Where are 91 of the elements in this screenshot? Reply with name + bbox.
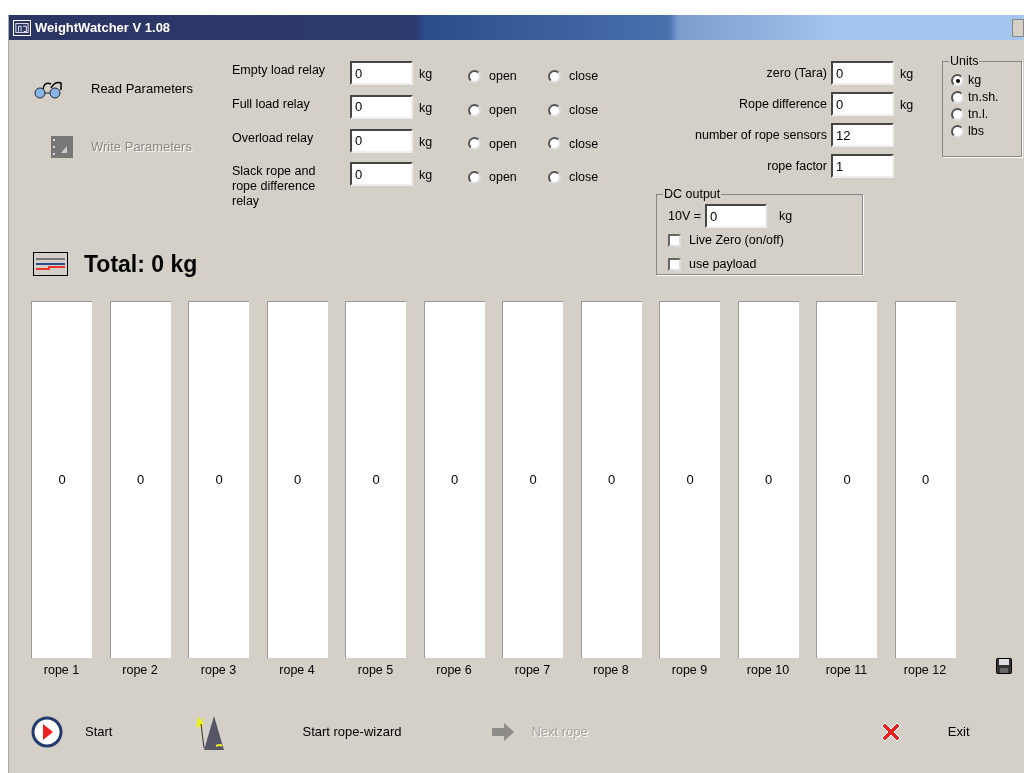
rope-label: rope 1 (43, 662, 80, 679)
unit-label: kg (900, 97, 914, 114)
checkbox-label: Live Zero (on/off) (689, 232, 784, 249)
rope-value: 0 (764, 471, 773, 490)
relay-input[interactable]: 0 (350, 94, 413, 119)
checkbox[interactable] (668, 233, 681, 247)
rope-value: 0 (607, 471, 616, 490)
setting-input[interactable]: 12 (831, 123, 894, 147)
radio-button[interactable] (548, 171, 561, 185)
unit-option-label: tn.sh. (968, 90, 999, 105)
output-input[interactable]: 0 (705, 204, 767, 228)
radio-button[interactable] (951, 74, 964, 87)
radio-button[interactable] (468, 171, 481, 185)
radio-button[interactable] (468, 137, 481, 151)
unit-label: kg (418, 99, 434, 117)
rope-value: 0 (136, 471, 145, 490)
open-label: open (489, 101, 517, 119)
setting-label: Rope difference (738, 95, 827, 113)
rope-label: rope 6 (436, 662, 472, 679)
relay-input[interactable]: 0 (350, 128, 413, 153)
rope-value: 0 (843, 471, 851, 490)
rope-value: 0 (686, 471, 694, 490)
wizard-button[interactable]: Start rope-wizard (302, 722, 402, 742)
total-weight-label: Total: 0 kg (84, 249, 198, 279)
radio-button[interactable] (548, 69, 561, 83)
group-title: Units (949, 54, 980, 68)
radio-button[interactable] (468, 103, 481, 117)
rope-value: 0 (215, 471, 223, 490)
relay-label: Full load relay (232, 96, 311, 112)
rope-label: rope 7 (514, 662, 551, 679)
radio-button[interactable] (951, 108, 964, 121)
rope-label: rope 12 (903, 662, 947, 679)
setting-label: rope factor (767, 157, 827, 175)
rope-label: rope 2 (122, 662, 158, 679)
relay-label: Overload relay (232, 130, 315, 146)
close-label: close (569, 101, 599, 119)
rope-label: rope 11 (825, 662, 868, 679)
radio-button[interactable] (548, 137, 561, 151)
setting-input[interactable]: 0 (831, 92, 894, 116)
setting-input[interactable]: 1 (831, 154, 894, 178)
unit-label: kg (418, 133, 434, 151)
rope-value: 0 (529, 471, 537, 490)
radio-button[interactable] (951, 91, 964, 104)
window-title: WeightWatcher V 1.08 (35, 18, 171, 37)
unit-option-label: kg (968, 73, 982, 88)
unit-option-label: tn.l. (968, 107, 989, 122)
rope-label: rope 4 (279, 662, 315, 679)
app-icon (13, 19, 31, 36)
exit-button[interactable]: Exit (947, 722, 970, 742)
rope-value: 0 (921, 471, 930, 490)
save-icon[interactable] (995, 657, 1012, 674)
relay-input[interactable]: 0 (350, 61, 413, 85)
group-title: DC output (663, 187, 722, 201)
close-label: close (569, 135, 599, 153)
unit-option-label: lbs (968, 124, 984, 139)
setting-label: number of rope sensors (695, 126, 827, 144)
document-icon (50, 135, 74, 159)
open-label: open (489, 135, 517, 153)
read-parameters-button[interactable]: Read Parameters (91, 79, 193, 99)
checkbox-label: use payload (689, 255, 757, 273)
relay-input[interactable]: 0 (350, 162, 413, 187)
rope-label: rope 8 (593, 662, 629, 679)
rope-value: 0 (58, 471, 66, 490)
checkbox[interactable] (668, 257, 681, 271)
unit-label: kg (900, 66, 914, 83)
rope-value: 0 (293, 471, 302, 490)
rope-label: rope 9 (671, 662, 708, 679)
start-button[interactable]: Start (85, 722, 113, 742)
relay-label: Slack rope and rope difference relay (232, 164, 317, 210)
rope-value: 0 (450, 471, 459, 490)
rope-label: rope 5 (357, 662, 394, 679)
radio-button[interactable] (548, 103, 561, 117)
unit-label: kg (779, 207, 793, 225)
unit-label: kg (418, 167, 434, 185)
open-label: open (489, 68, 517, 85)
unit-label: kg (418, 66, 434, 83)
rope-label: rope 3 (200, 662, 237, 679)
radio-button[interactable] (468, 69, 481, 83)
setting-input[interactable]: 0 (831, 61, 894, 85)
arrow-icon (491, 721, 516, 742)
radio-button[interactable] (951, 125, 964, 138)
rope-value: 0 (372, 471, 380, 490)
output-label: 10V = (668, 207, 701, 225)
chart-icon (33, 252, 68, 276)
play-icon (31, 715, 63, 748)
rope-label: rope 10 (746, 662, 790, 679)
relay-label: Empty load relay (232, 63, 327, 78)
close-label: close (569, 169, 599, 187)
open-label: open (489, 169, 517, 187)
close-label: close (569, 68, 599, 85)
setting-label: zero (Tara) (766, 64, 827, 82)
